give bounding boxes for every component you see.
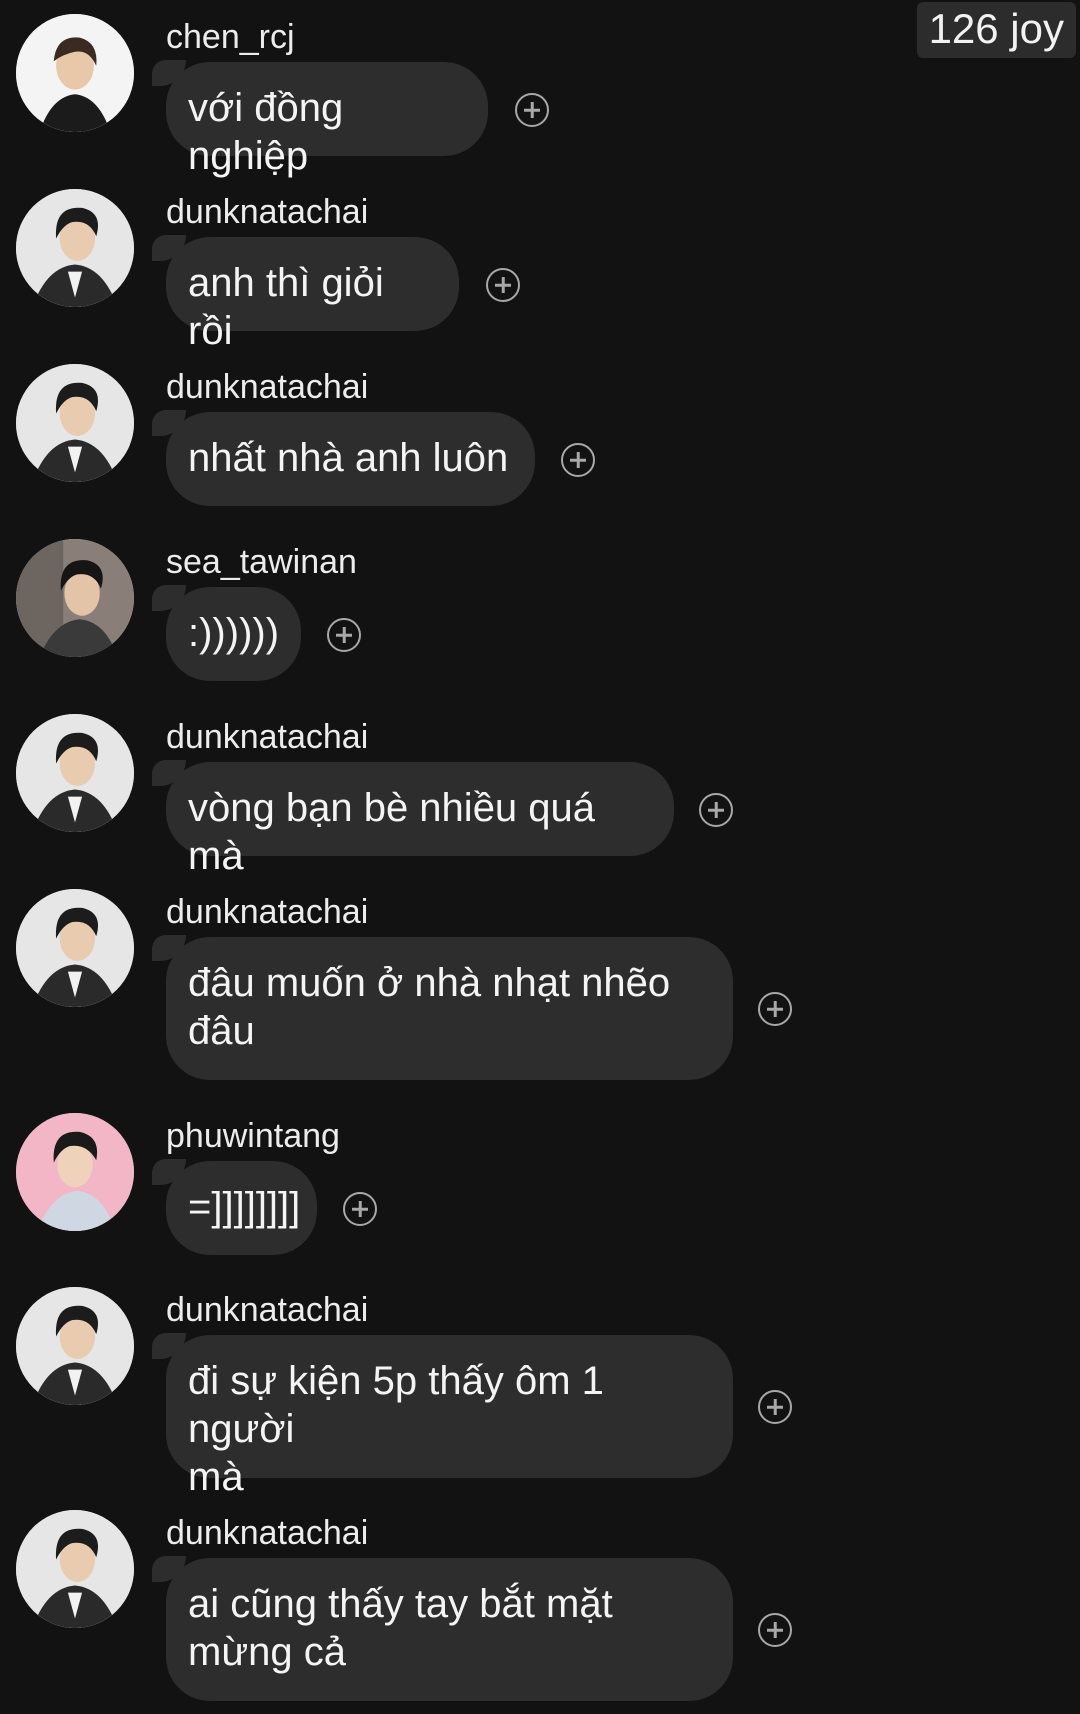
message-username[interactable]: dunknatachai (166, 1514, 368, 1553)
add-reaction-icon[interactable] (515, 93, 549, 127)
add-reaction-icon[interactable] (758, 992, 792, 1026)
message-text: anh thì giỏi rồi (188, 261, 395, 353)
message-bubble[interactable]: với đồng nghiệp (166, 62, 488, 178)
message-bubble[interactable]: đi sự kiện 5p thấy ôm 1 người mà (166, 1335, 733, 1499)
avatar[interactable] (16, 714, 134, 832)
message-username[interactable]: dunknatachai (166, 193, 368, 232)
avatar[interactable] (16, 189, 134, 307)
message-text: với đồng nghiệp (188, 86, 355, 178)
add-reaction-icon[interactable] (758, 1390, 792, 1424)
add-reaction-icon[interactable] (699, 793, 733, 827)
message-username[interactable]: chen_rcj (166, 18, 295, 57)
add-reaction-icon[interactable] (561, 443, 595, 477)
message-bubble[interactable]: :)))))) (166, 587, 301, 681)
message-bubble[interactable]: =]]]]]]]] (166, 1161, 317, 1255)
message-bubble[interactable]: vòng bạn bè nhiều quá mà (166, 762, 674, 878)
message-username[interactable]: dunknatachai (166, 893, 368, 932)
message-text: :)))))) (188, 611, 280, 655)
message-text: đi sự kiện 5p thấy ôm 1 người mà (188, 1359, 604, 1499)
add-reaction-icon[interactable] (327, 618, 361, 652)
message-username[interactable]: dunknatachai (166, 1291, 368, 1330)
message-text: nhất nhà anh luôn (188, 436, 509, 480)
add-reaction-icon[interactable] (758, 1613, 792, 1647)
message-username[interactable]: dunknatachai (166, 718, 368, 757)
joy-count-badge: 126 joy (916, 2, 1076, 59)
avatar[interactable] (16, 539, 134, 657)
message-text: đâu muốn ở nhà nhạt nhẽo đâu (188, 961, 671, 1053)
avatar[interactable] (16, 1510, 134, 1628)
avatar[interactable] (16, 1287, 134, 1405)
avatar[interactable] (16, 364, 134, 482)
avatar[interactable] (16, 889, 134, 1007)
message-bubble[interactable]: đâu muốn ở nhà nhạt nhẽo đâu (166, 937, 733, 1080)
message-text: vòng bạn bè nhiều quá mà (188, 786, 607, 878)
add-reaction-icon[interactable] (486, 268, 520, 302)
avatar[interactable] (16, 14, 134, 132)
message-username[interactable]: phuwintang (166, 1117, 340, 1156)
message-bubble[interactable]: anh thì giỏi rồi (166, 237, 459, 353)
message-text: =]]]]]]]] (188, 1185, 301, 1229)
add-reaction-icon[interactable] (343, 1192, 377, 1226)
message-text: ai cũng thấy tay bắt mặt mừng cả (188, 1582, 613, 1674)
avatar[interactable] (16, 1113, 134, 1231)
message-bubble[interactable]: ai cũng thấy tay bắt mặt mừng cả (166, 1558, 733, 1701)
message-username[interactable]: dunknatachai (166, 368, 368, 407)
message-username[interactable]: sea_tawinan (166, 543, 357, 582)
message-bubble[interactable]: nhất nhà anh luôn (166, 412, 535, 506)
